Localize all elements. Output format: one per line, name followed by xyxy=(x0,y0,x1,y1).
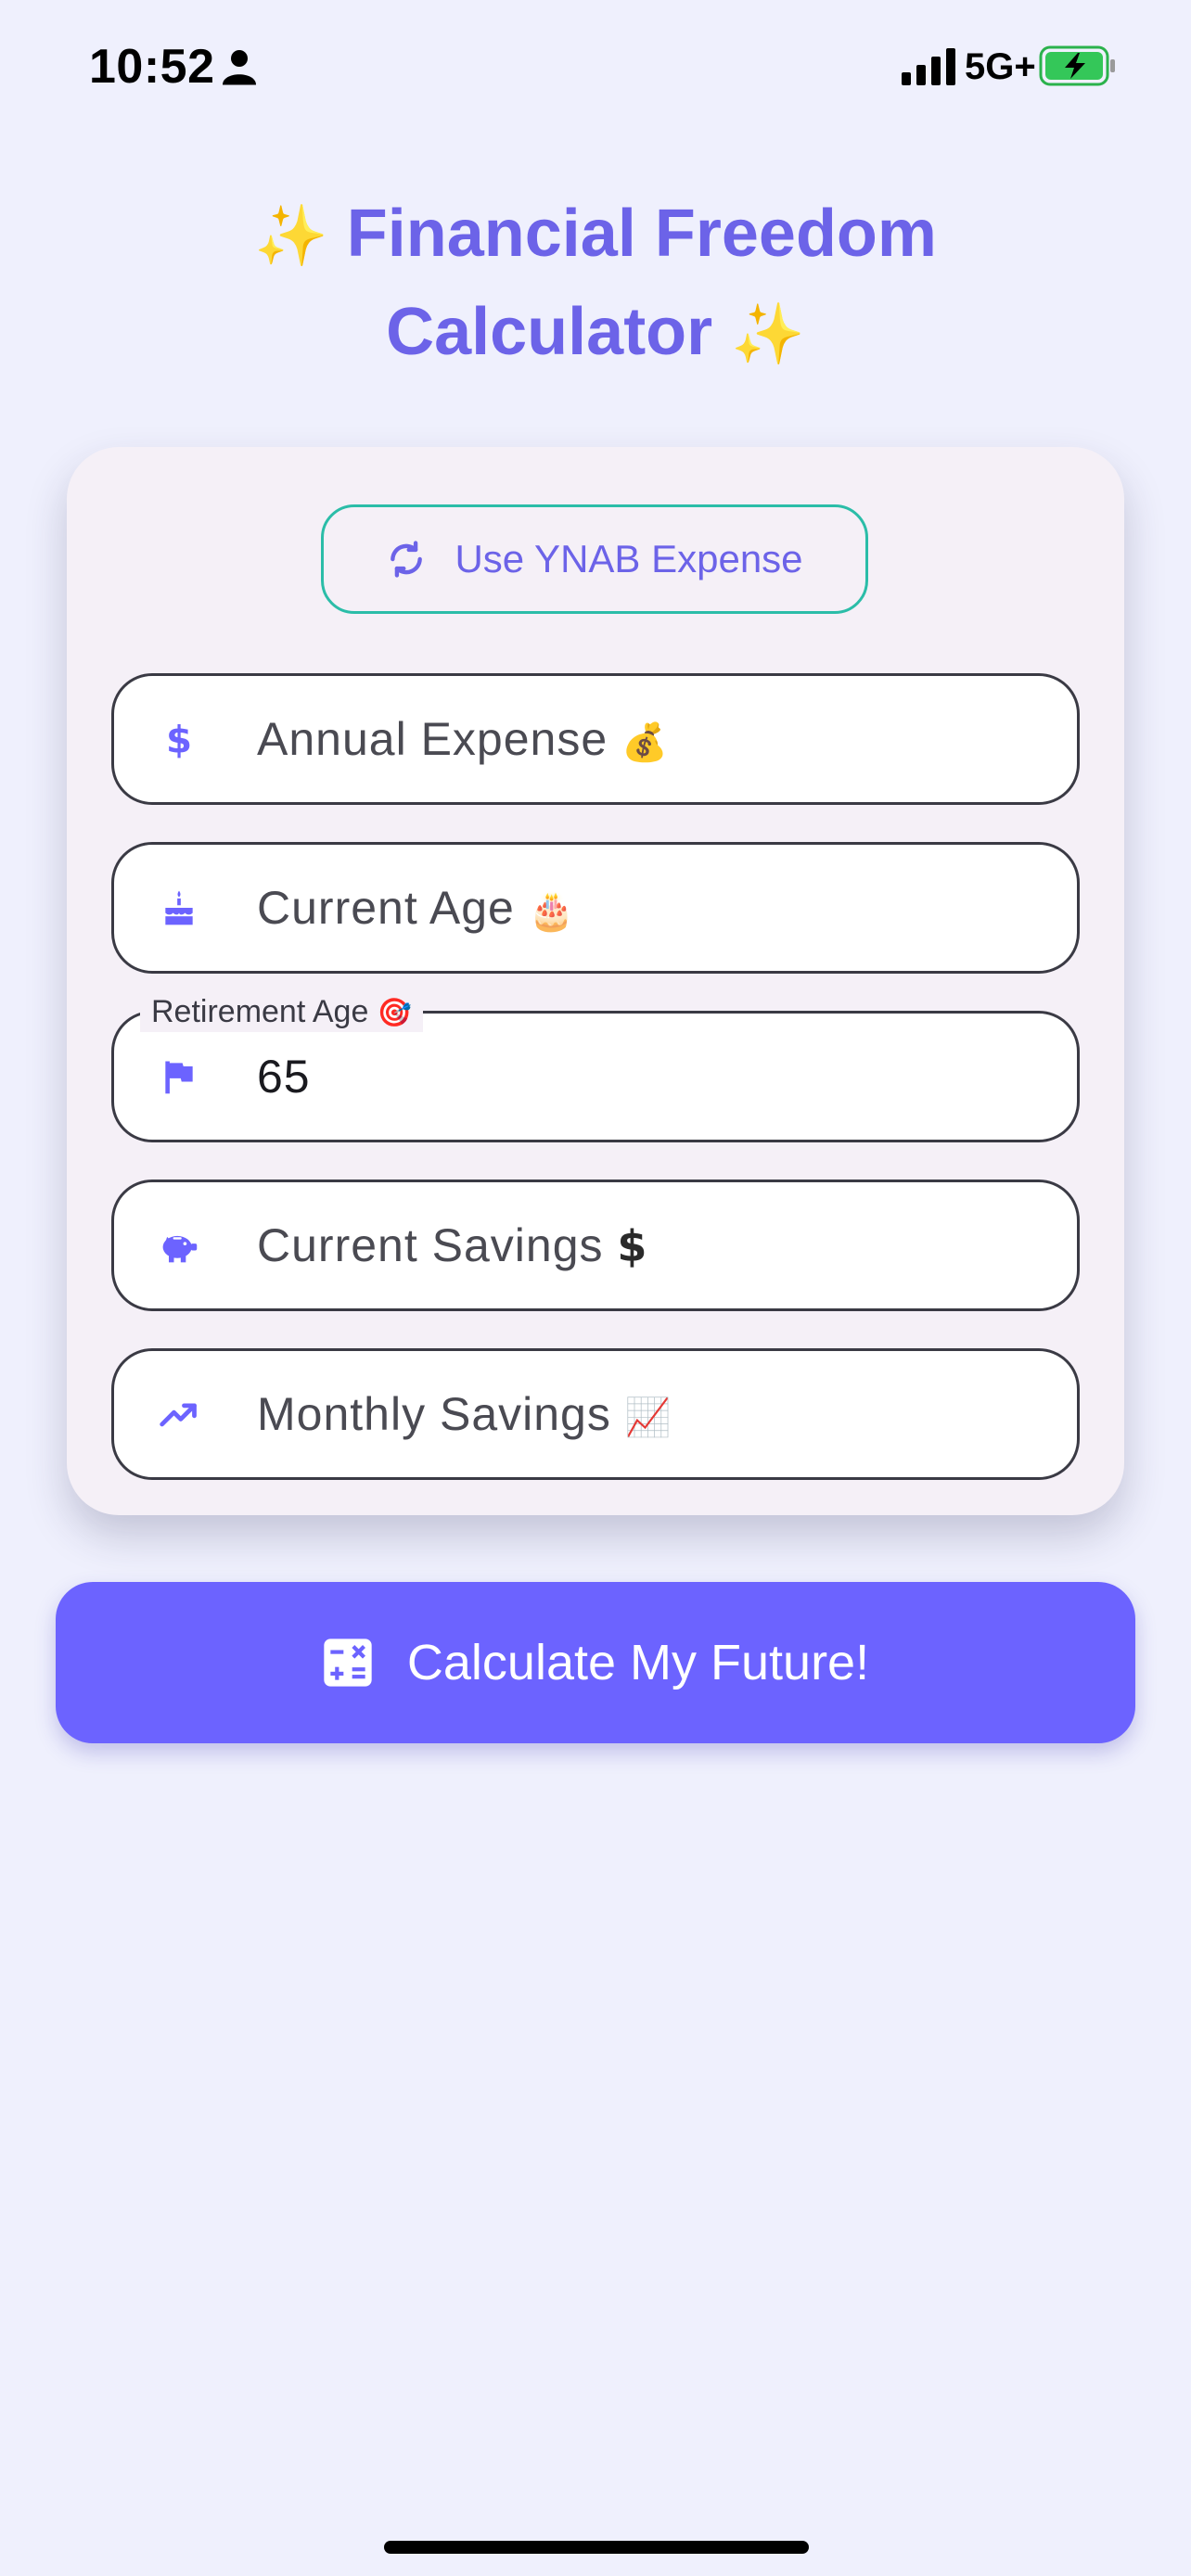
chart-increasing-icon: 📈 xyxy=(624,1396,672,1439)
monthly-savings-field[interactable]: Monthly Savings 📈 xyxy=(111,1348,1080,1480)
flag-icon xyxy=(157,1054,201,1099)
retirement-age-field[interactable]: Retirement Age 🎯 65 xyxy=(111,993,1080,1142)
status-bar: 10:52 5G+ xyxy=(0,0,1191,139)
title-line-2: Calculator xyxy=(386,295,713,369)
piggy-bank-icon xyxy=(157,1223,201,1268)
title-line-1: Financial Freedom xyxy=(346,197,937,271)
monthly-savings-placeholder: Monthly Savings 📈 xyxy=(257,1388,672,1440)
person-icon xyxy=(223,50,256,85)
retirement-age-value: 65 xyxy=(257,1051,311,1103)
annual-expense-placeholder: Annual Expense 💰 xyxy=(257,713,669,765)
use-ynab-expense-button[interactable]: Use YNAB Expense xyxy=(321,504,868,614)
sync-icon xyxy=(391,541,423,578)
current-savings-field[interactable]: Current Savings $ xyxy=(111,1180,1080,1311)
trending-up-icon xyxy=(157,1392,201,1436)
current-savings-placeholder: Current Savings $ xyxy=(257,1219,648,1271)
network-type: 5G+ xyxy=(965,46,1036,87)
signal-icon xyxy=(902,48,955,85)
current-age-field[interactable]: Current Age 🎂 xyxy=(111,842,1080,974)
svg-text:$: $ xyxy=(166,719,192,759)
calculate-button-label: Calculate My Future! xyxy=(406,1635,870,1690)
sparkle-icon: ✨ xyxy=(254,202,328,269)
home-indicator[interactable] xyxy=(384,2541,809,2554)
money-bag-icon: 💰 xyxy=(621,721,669,764)
dollar-icon: $ xyxy=(157,717,201,761)
cake-icon xyxy=(157,886,201,930)
calculator-icon xyxy=(324,1639,372,1687)
calculate-button[interactable]: Calculate My Future! xyxy=(56,1582,1135,1743)
calculator-form-card: Use YNAB Expense $ Annual Expense 💰 Curr… xyxy=(67,447,1124,1515)
dollar-sign-icon: $ xyxy=(617,1221,648,1271)
annual-expense-field[interactable]: $ Annual Expense 💰 xyxy=(111,673,1080,805)
sparkle-icon: ✨ xyxy=(731,300,805,367)
page-title: ✨ Financial Freedom Calculator ✨ xyxy=(0,185,1191,382)
battery-charging-icon xyxy=(1039,45,1115,86)
current-age-placeholder: Current Age 🎂 xyxy=(257,882,576,934)
status-time: 10:52 xyxy=(89,40,215,94)
ynab-button-label: Use YNAB Expense xyxy=(455,537,803,580)
birthday-cake-icon: 🎂 xyxy=(528,890,576,933)
target-icon: 🎯 xyxy=(377,997,413,1029)
